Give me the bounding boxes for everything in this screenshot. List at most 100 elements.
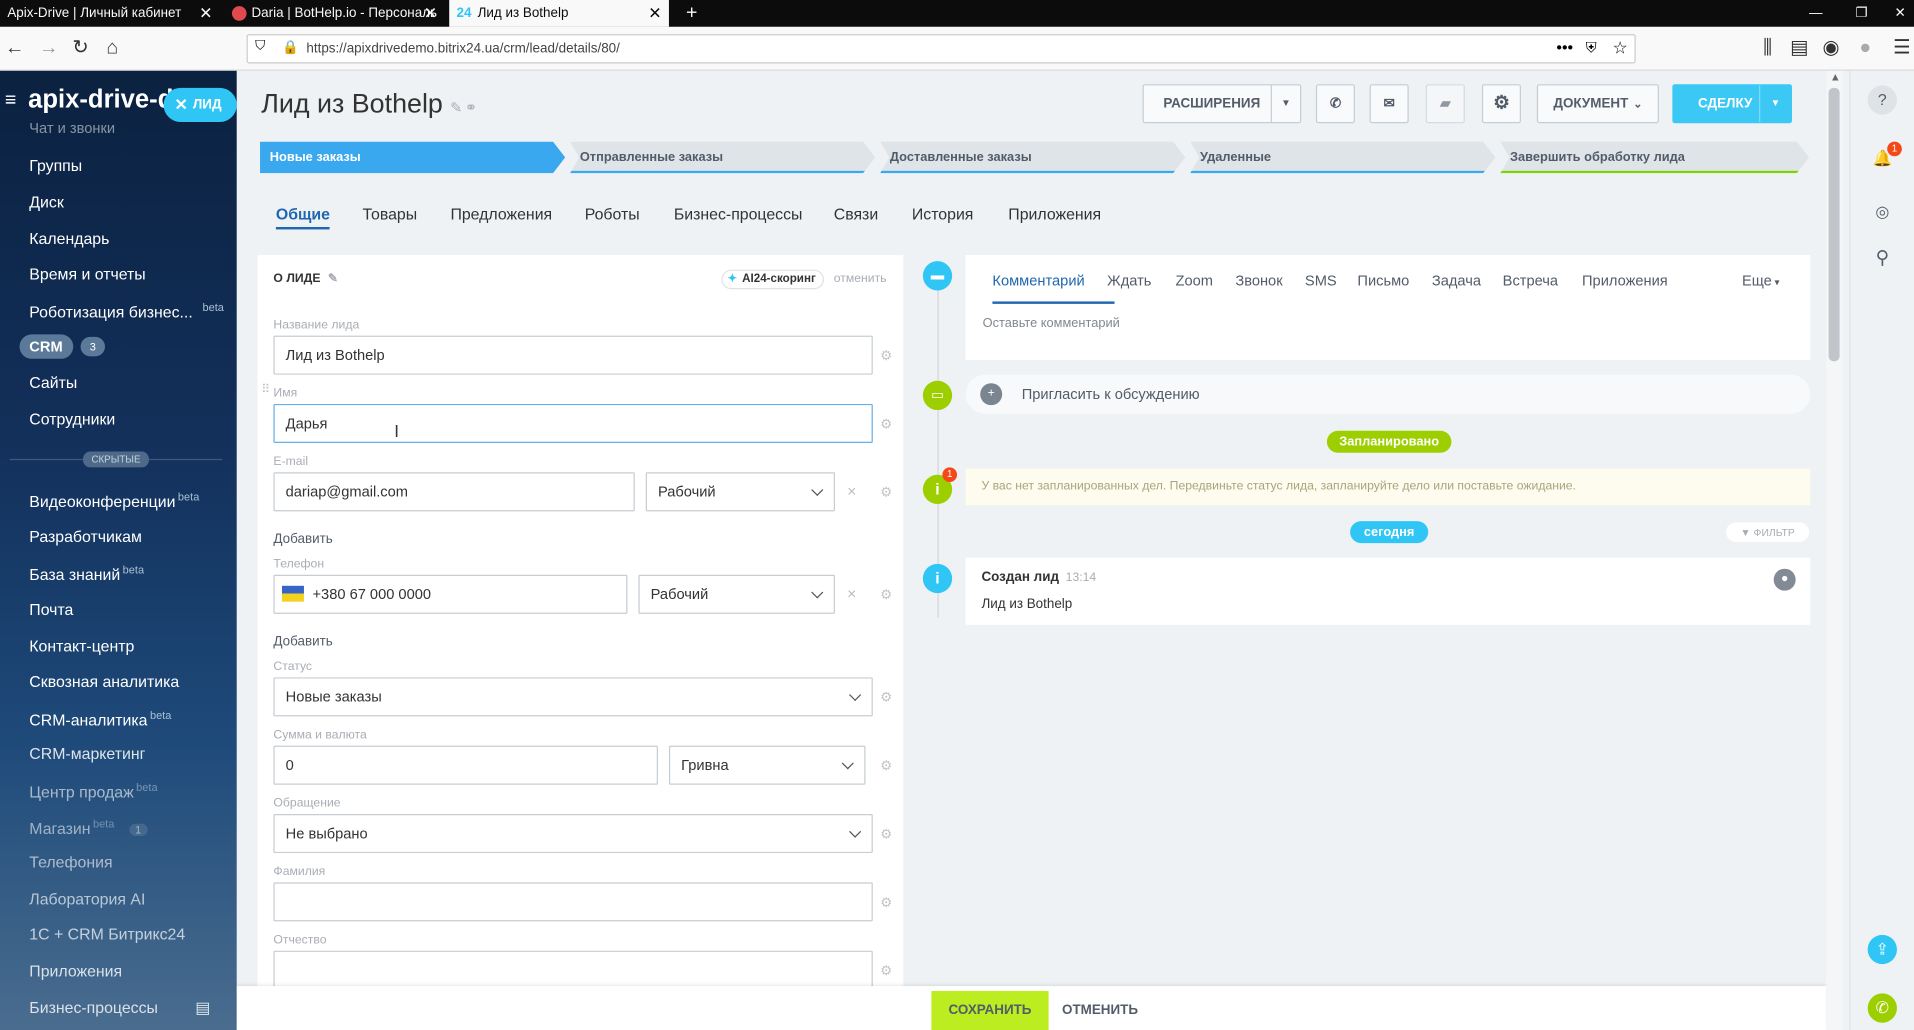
account-icon[interactable]: ◉ [1819, 37, 1843, 61]
close-window-icon[interactable]: ✕ [1887, 0, 1911, 27]
lead-chip[interactable]: ✕ ЛИД [163, 87, 237, 123]
appeal-select[interactable]: Не выбрано [273, 814, 873, 854]
scrollbar-thumb[interactable] [1828, 87, 1840, 362]
reload-icon[interactable]: ↻ [68, 37, 92, 61]
help-icon[interactable]: ? [1867, 85, 1897, 115]
browser-tab-active[interactable]: 24 Лид из Bothelp ✕ [449, 0, 669, 27]
timeline-tab-meeting[interactable]: Встреча [1503, 272, 1558, 289]
remove-icon[interactable]: × [847, 585, 856, 603]
sidebar-item-bp[interactable]: Бизнес-процессы [29, 998, 158, 1016]
close-icon[interactable]: ✕ [424, 0, 437, 27]
gear-icon[interactable]: ⚙ [880, 587, 892, 603]
extension-icon[interactable]: ● [1853, 37, 1877, 61]
sidebar-item-chats[interactable]: Чат и звонки [29, 120, 115, 137]
sidebar-item-video[interactable]: Видеоконференции beta [29, 491, 199, 511]
stage-sent[interactable]: Отправленные заказы [570, 141, 876, 174]
timeline-tab-zoom[interactable]: Zoom [1176, 272, 1213, 289]
sidebar-item-employees[interactable]: Сотрудники [29, 410, 115, 428]
sidebar-item-telephony[interactable]: Телефония [29, 853, 112, 871]
chevron-down-icon[interactable]: ▼ [1270, 85, 1300, 123]
email-type-select[interactable]: Рабочий [645, 472, 835, 512]
sidebar-item-crm-marketing[interactable]: CRM-маркетинг [29, 744, 145, 762]
first-name-input[interactable]: Дарья [273, 403, 873, 444]
cancel-button[interactable]: ОТМЕНИТЬ [1062, 991, 1138, 1030]
sidebar-item-shop[interactable]: Магазин beta 1 [29, 818, 148, 838]
gear-icon[interactable]: ⚙ [880, 484, 892, 501]
url-bar[interactable]: ⛉ 🔒 https://apixdrivedemo.bitrix24.ua/cr… [246, 34, 1636, 64]
sidebar-item-analytics[interactable]: Сквозная аналитика [29, 672, 179, 690]
cancel-link[interactable]: отменить [834, 272, 887, 285]
gear-icon[interactable]: ⚙ [880, 963, 892, 979]
status-select[interactable]: Новые заказы [273, 677, 873, 717]
printer-icon[interactable]: ▤ [195, 998, 210, 1018]
remove-icon[interactable]: × [847, 482, 856, 500]
sidebar-item-apps[interactable]: Приложения [29, 962, 122, 980]
save-button[interactable]: СОХРАНИТЬ [931, 990, 1049, 1030]
tab-general[interactable]: Общие [275, 205, 331, 230]
sidebar-item-mail[interactable]: Почта [29, 600, 73, 618]
timeline-tab-wait[interactable]: Ждать [1107, 272, 1151, 289]
drag-handle-icon[interactable]: ⠿ [261, 383, 270, 396]
timeline-tab-more[interactable]: Еще ▾ [1742, 272, 1779, 289]
link-icon[interactable]: ⚭ [465, 99, 477, 116]
sidebar-item-crm-analytics[interactable]: CRM-аналитика beta [29, 709, 171, 729]
create-deal-button[interactable]: СДЕЛКУ ▼ [1672, 84, 1792, 124]
forward-icon[interactable]: → [37, 37, 61, 61]
sidebar-item-sales-center[interactable]: Центр продаж beta [29, 781, 157, 801]
timeline-tab-email[interactable]: Письмо [1357, 272, 1409, 289]
gear-icon[interactable]: ⚙ [880, 895, 892, 911]
sidebar-item-disk[interactable]: Диск [29, 193, 64, 211]
scroll-up-icon[interactable]: ▲ [1830, 71, 1841, 83]
sidebar-item-contact-center[interactable]: Контакт-центр [29, 637, 134, 655]
home-icon[interactable]: ⌂ [100, 37, 124, 61]
minimize-icon[interactable]: — [1802, 0, 1826, 27]
phone-input[interactable]: +380 67 000 0000 [273, 574, 628, 614]
search-icon[interactable]: ⚲ [1868, 244, 1897, 273]
gear-icon[interactable]: ⚙ [880, 348, 892, 364]
more-icon[interactable]: ••• [1556, 38, 1573, 56]
close-icon[interactable]: ✕ [648, 0, 661, 27]
gear-icon[interactable]: ⚙ [880, 416, 892, 432]
library-icon[interactable]: ⫼ [1755, 37, 1779, 61]
stage-finish[interactable]: Завершить обработку лида [1500, 141, 1810, 174]
back-icon[interactable]: ← [2, 37, 26, 61]
amount-input[interactable]: 0 [273, 745, 658, 785]
chat-button[interactable]: ▰ [1425, 84, 1465, 124]
timeline-tab-call[interactable]: Звонок [1235, 272, 1282, 289]
comment-input[interactable]: Оставьте комментарий [983, 316, 1120, 331]
chevron-down-icon[interactable]: ▼ [1759, 85, 1791, 123]
extensions-button[interactable]: РАСШИРЕНИЯ ▼ [1142, 84, 1302, 124]
pocket-icon[interactable]: ⛨ [1586, 39, 1597, 57]
last-name-input[interactable] [273, 882, 873, 922]
tab-products[interactable]: Товары [363, 205, 418, 223]
timeline-tab-sms[interactable]: SMS [1305, 272, 1337, 289]
settings-button[interactable]: ⚙ [1481, 84, 1521, 124]
sidebar-item-crm[interactable]: CRM [19, 334, 74, 359]
sidebar-item-robotization[interactable]: Роботизация бизнес... beta [29, 301, 224, 321]
email-button[interactable]: ✉ [1369, 84, 1409, 124]
sidebar-item-groups[interactable]: Группы [29, 156, 82, 174]
sidebar-item-calendar[interactable]: Календарь [29, 229, 109, 247]
timeline-tab-comment[interactable]: Комментарий [992, 272, 1084, 289]
sidebar-item-ai-lab[interactable]: Лаборатория AI [29, 890, 145, 908]
sidebar-item-1c[interactable]: 1С + CRM Битрикс24 [29, 925, 185, 943]
add-email-link[interactable]: Добавить [273, 532, 332, 547]
close-icon[interactable]: ✕ [199, 0, 212, 27]
ukraine-flag-icon[interactable] [281, 585, 304, 602]
phone-icon[interactable]: ✆ [1867, 993, 1897, 1023]
chat-icon[interactable]: ◎ [1868, 198, 1897, 227]
phone-button[interactable]: ✆ [1315, 84, 1355, 124]
currency-select[interactable]: Гривна [668, 745, 866, 785]
phone-type-select[interactable]: Рабочий [638, 574, 835, 614]
timeline-tab-task[interactable]: Задача [1432, 272, 1481, 289]
portal-brand[interactable]: apix-drive-d [28, 85, 174, 114]
gear-icon[interactable]: ⚙ [880, 826, 892, 842]
scrollbar[interactable]: ▲ [1826, 70, 1844, 1030]
tab-robots[interactable]: Роботы [585, 205, 640, 223]
sidebar-item-sites[interactable]: Сайты [29, 373, 77, 391]
lead-name-input[interactable]: Лид из Bothelp [273, 335, 873, 375]
stage-new[interactable]: Новые заказы [260, 141, 566, 174]
filter-button[interactable]: ▼ ФИЛЬТР [1726, 522, 1810, 542]
invite-discussion[interactable]: + Пригласить к обсуждению [965, 374, 1811, 414]
email-input[interactable]: dariap@gmail.com [273, 472, 635, 512]
